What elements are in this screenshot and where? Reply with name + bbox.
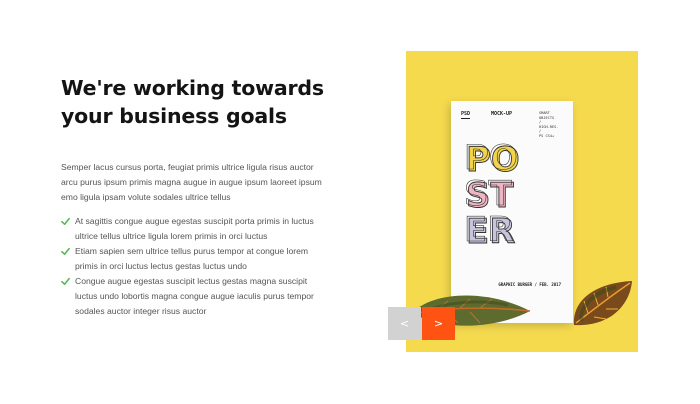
section-heading: We're working towards your business goal… — [61, 76, 324, 128]
poster-lettering: PO PO ST ST ER ER — [464, 138, 521, 248]
check-icon — [61, 277, 70, 286]
checklist-item-text: At sagittis congue augue egestas suscipi… — [75, 216, 314, 241]
checklist-item: At sagittis congue augue egestas suscipi… — [61, 214, 331, 244]
checklist-item: Congue augue egestas suscipit lectus ges… — [61, 274, 331, 319]
poster-header: PSD MOCK-UP SMART OBJECTS / HIGH-RES. / … — [451, 111, 573, 138]
poster-label-psd: PSD — [461, 111, 471, 119]
next-slide-button[interactable]: > — [422, 307, 455, 340]
checklist-item-text: Etiam sapien sem ultrice tellus purus te… — [75, 246, 309, 271]
poster-line-3b: ER — [464, 210, 513, 248]
check-icon — [61, 217, 70, 226]
checklist-item-text: Congue augue egestas suscipit lectus ges… — [75, 276, 314, 316]
leaf-right-icon — [573, 281, 632, 326]
poster-line-1b: PO — [464, 138, 518, 178]
poster-label-mockup: MOCK-UP — [491, 111, 513, 117]
intro-paragraph: Semper lacus cursus porta, feugiat primi… — [61, 162, 322, 202]
text-column: We're working towards your business goal… — [61, 74, 331, 319]
poster-specs: SMART OBJECTS / HIGH-RES. / PS CS4+ — [539, 111, 559, 138]
check-icon — [61, 247, 70, 256]
poster-line-2b: ST — [464, 174, 512, 214]
checklist-item: Etiam sapien sem ultrice tellus purus te… — [61, 244, 331, 274]
feature-checklist: At sagittis congue augue egestas suscipi… — [61, 214, 331, 319]
prev-slide-button[interactable]: < — [388, 307, 421, 340]
